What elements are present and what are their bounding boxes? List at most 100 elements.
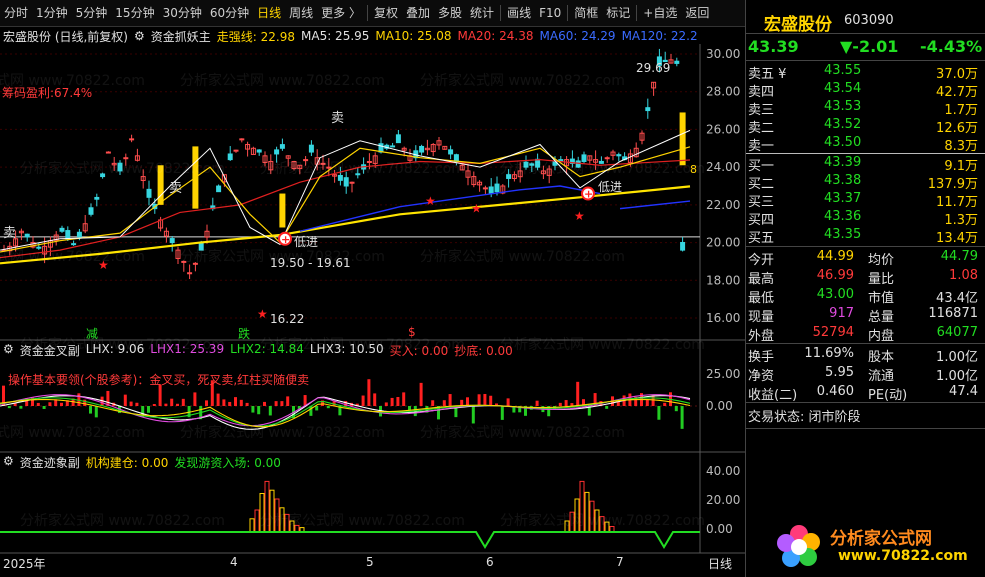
histogram-bar — [419, 382, 423, 406]
toolbar-button[interactable]: 统计 — [466, 0, 498, 26]
candle-body — [36, 246, 42, 249]
kline-chart-area[interactable]: 30.00 28.00 26.00 24.00 22.00 20.00 18.00 16.00… — [0, 44, 745, 577]
ask-level-label: 卖二 — [748, 121, 775, 136]
toolbar-button[interactable]: 画线 — [503, 0, 535, 26]
high-price-label: 29.69 — [636, 61, 671, 75]
gear-icon[interactable]: ⚙ — [134, 29, 145, 43]
stat-label: 最低 — [748, 291, 775, 306]
toolbar-button[interactable]: 复权 — [370, 0, 402, 26]
toolbar-button[interactable]: 简框 — [570, 0, 602, 26]
candle-body — [581, 154, 587, 162]
histogram-bar — [123, 394, 127, 406]
toolbar-button[interactable]: 日线 — [253, 0, 285, 26]
indicator-name[interactable]: 资金抓妖主 — [151, 28, 211, 45]
histogram-bar — [402, 392, 406, 406]
candle-body — [256, 149, 262, 153]
sell-signal-label: 卖 — [331, 111, 345, 126]
candle-body — [337, 174, 343, 181]
toolbar-button[interactable]: 标记 — [602, 0, 634, 26]
candle-body — [488, 186, 494, 195]
candle-body — [198, 242, 204, 251]
capital-bar — [579, 480, 585, 533]
toolbar-button[interactable]: 30分钟 — [159, 0, 206, 26]
candle-body — [274, 149, 280, 155]
toolbar-button[interactable]: 分时 — [0, 0, 32, 26]
toolbar-separator — [636, 5, 638, 21]
toolbar-button[interactable]: 5分钟 — [72, 0, 112, 26]
stat-label: 今开 — [748, 253, 775, 268]
toolbar-button[interactable]: F10 — [535, 0, 565, 26]
candle-body — [680, 241, 686, 251]
gear-icon[interactable]: ⚙ — [3, 342, 14, 359]
price-tick: 24.00 — [706, 160, 740, 174]
site-logo: 分析家公式网 www.70822.com — [774, 520, 984, 576]
histogram-bar — [483, 393, 487, 406]
logo-url: www.70822.com — [838, 548, 968, 564]
panel3-title[interactable]: 资金迹象副 — [20, 454, 80, 471]
panel3-tick: 40.00 — [706, 464, 740, 478]
stat-value: 43.00 — [816, 287, 854, 302]
histogram-bar — [176, 403, 179, 406]
histogram-bar — [36, 402, 40, 406]
bid-price: 43.37 — [824, 191, 862, 206]
stat-label: 现量 — [748, 310, 775, 325]
histogram-bar — [152, 403, 156, 406]
ask-level-label: 卖五 ¥ — [748, 67, 787, 82]
bid-level-label: 买二 — [748, 177, 775, 192]
toolbar-button[interactable]: 叠加 — [402, 0, 434, 26]
panel3-tick: 20.00 — [706, 493, 740, 507]
price-tick: 28.00 — [706, 85, 740, 99]
gear-icon[interactable]: ⚙ — [3, 454, 14, 471]
range-label: 19.50 - 19.61 — [270, 256, 351, 270]
bid-volume: 9.1万 — [944, 159, 978, 174]
stock-code: 603090 — [844, 13, 894, 28]
histogram-bar — [135, 402, 139, 406]
stat-value: 43.4亿 — [936, 291, 978, 306]
histogram-bar — [89, 406, 92, 414]
histogram-bar — [239, 399, 243, 406]
toolbar-button[interactable]: +自选 — [639, 0, 681, 26]
toolbar-button[interactable]: 更多 〉 — [317, 0, 365, 26]
signal-candle — [679, 112, 686, 166]
period-label[interactable]: 日线 — [708, 555, 732, 572]
panel2-title[interactable]: 资金金叉副 — [20, 342, 80, 359]
inst-build-value: 机构建仓: 0.00 — [85, 456, 169, 470]
price-tick: 22.00 — [706, 198, 740, 212]
histogram-bar — [680, 406, 684, 429]
stat-value: 47.4 — [949, 384, 978, 399]
toolbar-button[interactable]: 多股 — [434, 0, 466, 26]
plus-icon: + — [584, 188, 593, 201]
ask-level-label: 卖三 — [748, 103, 775, 118]
histogram-bar — [361, 395, 365, 406]
panel3-header: ⚙ 资金迹象副 机构建仓: 0.00 发现游资入场: 0.00 — [3, 454, 281, 471]
ask-price: 43.50 — [824, 135, 862, 150]
histogram-bar — [251, 406, 255, 413]
stat-value: 1.00亿 — [936, 369, 978, 384]
toolbar-button[interactable]: 1分钟 — [32, 0, 72, 26]
toolbar-button[interactable]: 返回 — [681, 0, 713, 26]
bid-price: 43.38 — [824, 173, 862, 188]
histogram-bar — [106, 390, 110, 406]
candle-body — [59, 227, 65, 232]
candle-body — [76, 231, 82, 238]
toolbar-button[interactable]: 60分钟 — [206, 0, 253, 26]
price-tick: 20.00 — [706, 236, 740, 250]
toolbar-button[interactable]: 15分钟 — [111, 0, 158, 26]
histogram-bar — [471, 406, 475, 424]
stat-value: 1.08 — [949, 268, 978, 283]
toolbar-separator — [500, 5, 502, 21]
capital-bar — [254, 509, 260, 533]
bid-volume: 13.4万 — [936, 231, 978, 246]
histogram-bar — [19, 406, 23, 409]
histogram-bar — [60, 402, 63, 406]
strong-line-value: 走强线: 22.98 — [216, 29, 295, 44]
period-toolbar: 分时 1分钟 5分钟 15分钟 30分钟 60分钟 日线 周线 更多 〉复权 叠加 多股 统计 画线 F1… — [0, 0, 745, 27]
ask-level-label: 卖四 — [748, 85, 775, 100]
dollar-marker: $ — [408, 325, 416, 339]
candle-body — [604, 157, 610, 160]
candle-body — [320, 162, 326, 165]
candle-body — [395, 134, 401, 144]
candle-body — [308, 144, 314, 153]
red-star-icon: ★ — [471, 201, 482, 215]
toolbar-button[interactable]: 周线 — [285, 0, 317, 26]
